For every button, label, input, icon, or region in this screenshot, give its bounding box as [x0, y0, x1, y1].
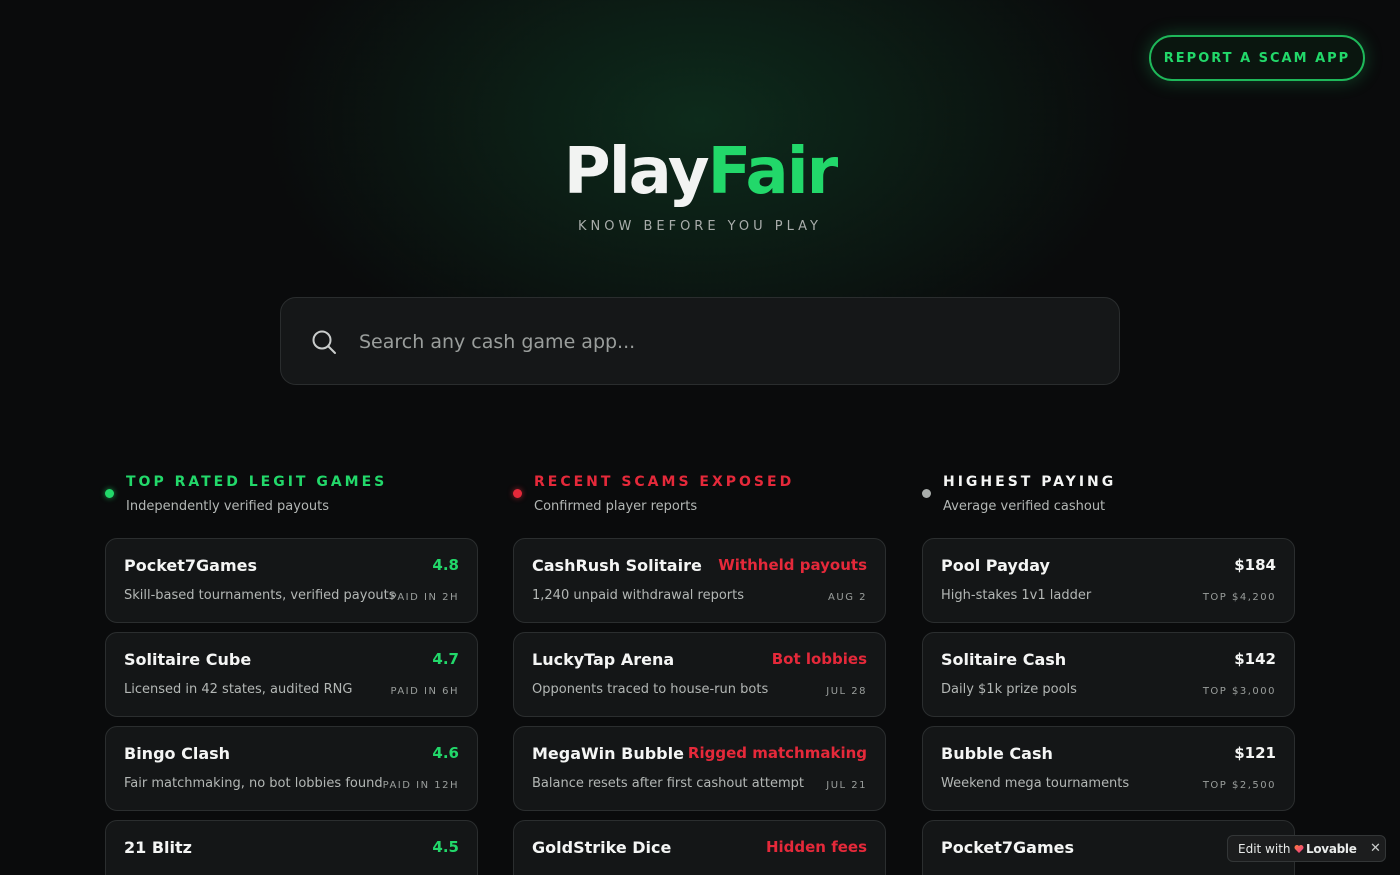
scam-description: 1,240 unpaid withdrawal reports: [532, 588, 745, 603]
average-cashout: $121: [1234, 744, 1276, 762]
report-date: JUL 28: [826, 686, 867, 697]
lovable-heart-icon: [1294, 845, 1304, 853]
app-name: LuckyTap Arena: [532, 650, 675, 669]
average-cashout: $184: [1234, 556, 1276, 574]
scam-type: Hidden fees: [765, 838, 867, 856]
game-name: Solitaire Cash: [941, 650, 1067, 669]
close-icon[interactable]: ✕: [1370, 841, 1381, 856]
rating: 4.5: [432, 838, 459, 856]
column-recent-scams: RECENT SCAMS EXPOSED Confirmed player re…: [513, 470, 886, 875]
game-card[interactable]: Pocket7Games 4.8 Skill-based tournaments…: [105, 538, 478, 623]
app-name: GoldStrike Dice: [532, 838, 672, 857]
game-description: Licensed in 42 states, audited RNG: [124, 682, 353, 697]
column-title: RECENT SCAMS EXPOSED: [534, 474, 795, 490]
playfair-logo: PlayFair: [0, 136, 1400, 208]
scam-card[interactable]: LuckyTap Arena Bot lobbies Opponents tra…: [513, 632, 886, 717]
payout-time: PAID IN 6H: [390, 686, 459, 697]
game-description: Weekend mega tournaments: [941, 776, 1130, 791]
lovable-brand: Lovable: [1306, 842, 1357, 856]
payout-card[interactable]: Solitaire Cash $142 Daily $1k prize pool…: [922, 632, 1295, 717]
status-dot: [105, 489, 114, 498]
rating: 4.7: [432, 650, 459, 668]
payout-time: PAID IN 12H: [382, 780, 459, 791]
status-dot: [922, 489, 931, 498]
search-bar[interactable]: [280, 297, 1120, 385]
column-highest-paying: HIGHEST PAYING Average verified cashout …: [922, 470, 1295, 875]
scam-card[interactable]: MegaWin Bubble Rigged matchmaking Balanc…: [513, 726, 886, 811]
report-date: AUG 2: [828, 592, 867, 603]
game-name: Bubble Cash: [941, 744, 1053, 763]
edit-with-label: Edit with: [1238, 842, 1291, 856]
tagline: KNOW BEFORE YOU PLAY: [577, 219, 822, 234]
rating: 4.6: [432, 744, 459, 762]
logo-play: Play: [563, 135, 710, 209]
payout-card[interactable]: Bubble Cash $121 Weekend mega tournament…: [922, 726, 1295, 811]
search-icon: [312, 330, 336, 354]
game-description: Skill-based tournaments, verified payout…: [124, 588, 396, 603]
game-name: Pool Payday: [941, 556, 1050, 575]
game-description: Daily $1k prize pools: [941, 682, 1077, 697]
column-title: TOP RATED LEGIT GAMES: [126, 474, 388, 490]
game-card[interactable]: Bingo Clash 4.6 Fair matchmaking, no bot…: [105, 726, 478, 811]
column-header: HIGHEST PAYING Average verified cashout: [922, 470, 1295, 538]
game-name: Solitaire Cube: [124, 650, 252, 669]
column-top-rated: TOP RATED LEGIT GAMES Independently veri…: [105, 470, 478, 875]
scam-card[interactable]: GoldStrike Dice Hidden fees: [513, 820, 886, 875]
report-scam-button[interactable]: REPORT A SCAM APP: [1149, 35, 1365, 81]
top-payout: TOP $2,500: [1202, 780, 1276, 791]
game-name: Pocket7Games: [124, 556, 258, 575]
top-payout: TOP $4,200: [1202, 592, 1276, 603]
game-name: Bingo Clash: [124, 744, 231, 763]
game-description: Fair matchmaking, no bot lobbies found: [124, 776, 383, 791]
game-name: 21 Blitz: [124, 838, 192, 857]
report-date: JUL 21: [826, 780, 867, 791]
column-title: HIGHEST PAYING: [943, 474, 1117, 490]
column-subtitle: Confirmed player reports: [534, 499, 698, 514]
column-header: TOP RATED LEGIT GAMES Independently veri…: [105, 470, 478, 538]
scam-description: Balance resets after first cashout attem…: [532, 776, 804, 791]
scam-description: Opponents traced to house-run bots: [532, 682, 769, 697]
search-input[interactable]: [359, 322, 1079, 362]
column-subtitle: Average verified cashout: [943, 499, 1106, 514]
logo-fair: Fair: [707, 135, 839, 209]
app-name: CashRush Solitaire: [532, 556, 702, 575]
game-description: High-stakes 1v1 ladder: [941, 588, 1092, 603]
payout-time: PAID IN 2H: [390, 592, 459, 603]
game-card[interactable]: Solitaire Cube 4.7 Licensed in 42 states…: [105, 632, 478, 717]
game-card[interactable]: 21 Blitz 4.5: [105, 820, 478, 875]
scam-type: Rigged matchmaking: [687, 744, 867, 762]
game-name: Pocket7Games: [941, 838, 1075, 857]
payout-card[interactable]: Pool Payday $184 High-stakes 1v1 ladder …: [922, 538, 1295, 623]
scam-card[interactable]: CashRush Solitaire Withheld payouts 1,24…: [513, 538, 886, 623]
app-name: MegaWin Bubble: [532, 744, 684, 763]
scam-type: Bot lobbies: [771, 650, 867, 668]
top-payout: TOP $3,000: [1202, 686, 1276, 697]
scam-type: Withheld payouts: [718, 556, 867, 574]
status-dot: [513, 489, 522, 498]
column-header: RECENT SCAMS EXPOSED Confirmed player re…: [513, 470, 886, 538]
column-subtitle: Independently verified payouts: [126, 499, 330, 514]
rating: 4.8: [432, 556, 459, 574]
edit-with-lovable-badge[interactable]: Edit with Lovable ✕: [1227, 835, 1386, 862]
average-cashout: $142: [1234, 650, 1276, 668]
